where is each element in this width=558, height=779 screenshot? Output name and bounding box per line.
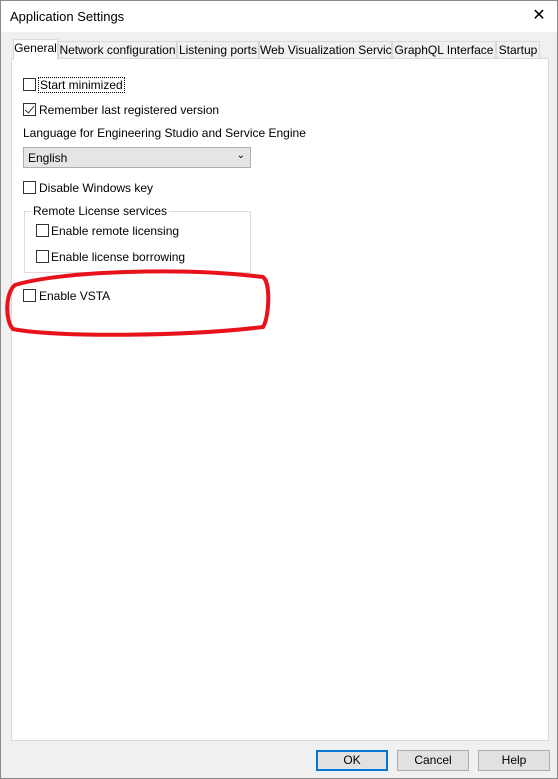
start-minimized-checkbox[interactable] (23, 78, 36, 91)
license-borrowing-label[interactable]: Enable license borrowing (51, 250, 185, 264)
help-button[interactable]: Help (478, 750, 550, 771)
language-dropdown[interactable]: English ⌄ (23, 147, 251, 168)
remote-license-group-title: Remote License services (31, 204, 170, 218)
remote-licensing-label[interactable]: Enable remote licensing (51, 224, 179, 238)
tab-startup[interactable]: Startup (496, 41, 540, 59)
tab-general[interactable]: General (13, 39, 58, 60)
tab-graphql-interface[interactable]: GraphQL Interface (392, 41, 496, 59)
language-value: English (28, 151, 68, 165)
disable-windows-key-checkbox[interactable] (23, 181, 36, 194)
remember-version-checkbox[interactable] (23, 103, 36, 116)
start-minimized-label[interactable]: Start minimized (38, 77, 125, 93)
tab-web-visualization-service[interactable]: Web Visualization Service (259, 41, 398, 59)
remember-version-label[interactable]: Remember last registered version (39, 103, 219, 117)
tab-listening-ports[interactable]: Listening ports (177, 41, 259, 59)
license-borrowing-checkbox[interactable] (36, 250, 49, 263)
red-highlight-annotation (5, 269, 271, 337)
remote-licensing-checkbox[interactable] (36, 224, 49, 237)
disable-windows-key-label[interactable]: Disable Windows key (39, 181, 153, 195)
chevron-down-icon: ⌄ (236, 150, 245, 161)
ok-button[interactable]: OK (316, 750, 388, 771)
cancel-button[interactable]: Cancel (397, 750, 469, 771)
language-label: Language for Engineering Studio and Serv… (23, 126, 306, 140)
tab-network-configuration[interactable]: Network configuration (58, 41, 177, 59)
window-title: Application Settings (10, 9, 125, 24)
close-icon[interactable]: ✕ (527, 5, 551, 27)
